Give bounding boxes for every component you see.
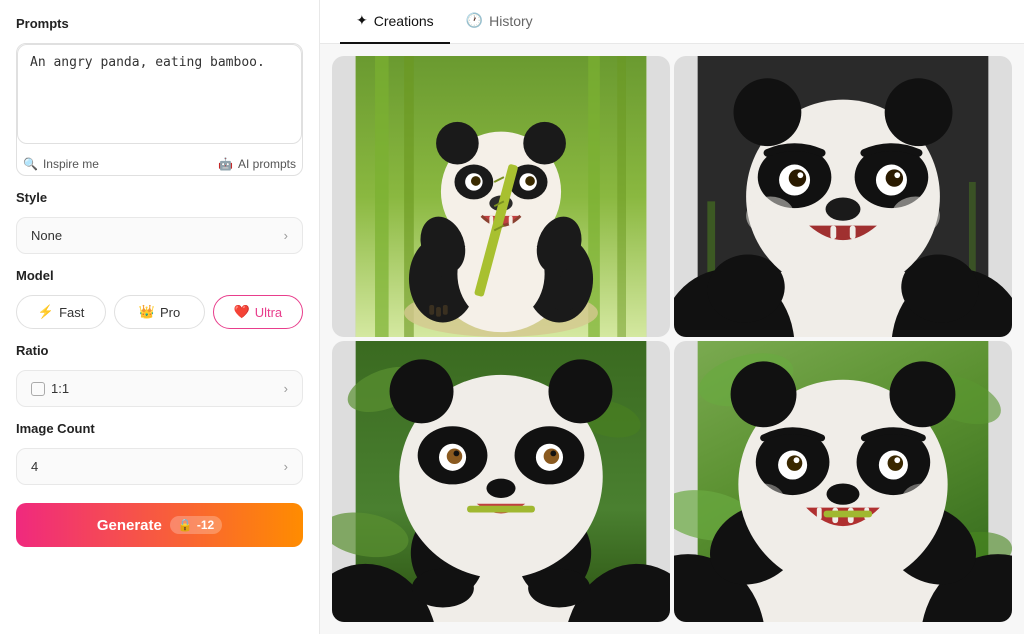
model-ultra-button[interactable]: ❤️ Ultra — [213, 295, 303, 329]
tab-history-label: History — [489, 13, 533, 29]
image-cell-4[interactable] — [674, 341, 1012, 622]
image-count-value: 4 — [31, 459, 38, 474]
credit-value: -12 — [197, 518, 214, 532]
style-selector[interactable]: None › — [16, 217, 303, 254]
ratio-selector[interactable]: 1:1 › — [16, 370, 303, 407]
ai-prompts-button[interactable]: 🤖 AI prompts — [214, 155, 300, 173]
tab-creations[interactable]: ✦ Creations — [340, 0, 450, 44]
generate-label: Generate — [97, 517, 162, 534]
style-value: None — [31, 228, 62, 243]
ratio-value: 1:1 — [51, 381, 69, 396]
right-panel: ✦ Creations 🕐 History — [320, 0, 1024, 634]
image-count-selector[interactable]: 4 › — [16, 448, 303, 485]
ultra-icon: ❤️ — [234, 304, 250, 320]
style-label: Style — [16, 190, 303, 205]
prompts-footer: 🔍 Inspire me 🤖 AI prompts — [17, 149, 302, 175]
model-pro-button[interactable]: 👑 Pro — [114, 295, 204, 329]
chevron-right-icon: › — [284, 228, 288, 243]
image-count-label: Image Count — [16, 421, 303, 436]
image-cell-2[interactable] — [674, 56, 1012, 337]
ratio-label: Ratio — [16, 343, 303, 358]
prompts-input[interactable]: An angry panda, eating bamboo. — [17, 44, 302, 144]
tab-history[interactable]: 🕐 History — [450, 0, 549, 44]
credit-badge: 🔒 -12 — [170, 516, 222, 534]
pro-icon: 👑 — [139, 304, 155, 320]
search-icon: 🔍 — [23, 157, 38, 171]
creations-icon: ✦ — [356, 12, 368, 29]
ratio-section: Ratio 1:1 › — [16, 343, 303, 407]
left-panel: Prompts An angry panda, eating bamboo. 🔍… — [0, 0, 320, 634]
prompts-label: Prompts — [16, 16, 303, 31]
model-options: ⚡ Fast 👑 Pro ❤️ Ultra — [16, 295, 303, 329]
image-cell-3[interactable] — [332, 341, 670, 622]
fast-icon: ⚡ — [38, 304, 54, 320]
images-grid — [320, 44, 1024, 634]
chevron-right-icon: › — [284, 381, 288, 396]
image-cell-1[interactable] — [332, 56, 670, 337]
tabs-bar: ✦ Creations 🕐 History — [320, 0, 1024, 44]
chevron-right-icon: › — [284, 459, 288, 474]
history-icon: 🕐 — [466, 12, 483, 29]
style-section: Style None › — [16, 190, 303, 254]
prompts-section: Prompts An angry panda, eating bamboo. 🔍… — [16, 16, 303, 176]
inspire-me-button[interactable]: 🔍 Inspire me — [19, 155, 103, 173]
model-section: Model ⚡ Fast 👑 Pro ❤️ Ultra — [16, 268, 303, 329]
model-label: Model — [16, 268, 303, 283]
tab-creations-label: Creations — [374, 13, 434, 29]
model-fast-button[interactable]: ⚡ Fast — [16, 295, 106, 329]
ratio-checkbox-icon: 1:1 — [31, 381, 69, 396]
ai-icon: 🤖 — [218, 157, 233, 171]
prompts-box: An angry panda, eating bamboo. 🔍 Inspire… — [16, 43, 303, 176]
image-count-section: Image Count 4 › — [16, 421, 303, 485]
generate-button[interactable]: Generate 🔒 -12 — [16, 503, 303, 547]
lock-icon: 🔒 — [178, 518, 193, 532]
